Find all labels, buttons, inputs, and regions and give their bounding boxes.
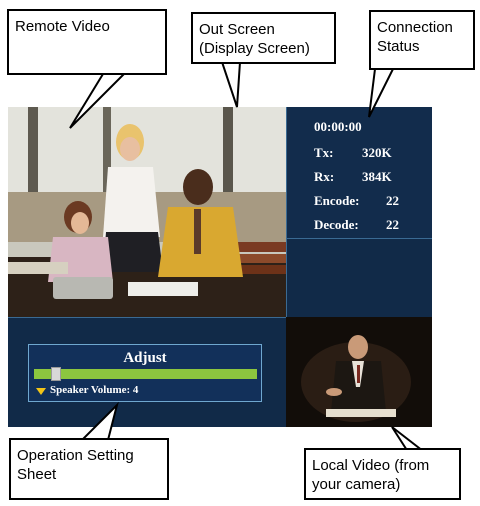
dropdown-arrow-icon[interactable] [36,388,46,395]
speaker-volume-label: Speaker Volume: 4 [50,384,139,396]
status-decode-value: 22 [386,217,399,232]
volume-slider[interactable] [34,367,257,381]
local-video-feed [286,317,432,427]
status-tx-label: Tx: [314,145,334,160]
callout-out-screen: Out Screen (Display Screen) [191,12,336,64]
local-video-image [286,317,432,427]
status-time: 00:00:00 [314,119,362,134]
empty-panel [286,239,432,317]
callout-connection-status: Connection Status [369,10,475,70]
status-tx-value: 320K [362,145,392,160]
adjust-dialog[interactable]: Adjust Speaker Volume: 4 [28,344,262,402]
adjust-title: Adjust [123,350,167,366]
remote-video-image [8,107,286,317]
status-rx-label: Rx: [314,169,335,184]
volume-slider-thumb[interactable] [51,367,62,381]
callout-operation-setting-sheet: Operation Setting Sheet [9,438,169,500]
callout-remote-video: Remote Video [7,9,167,75]
status-encode-label: Encode: [314,193,360,208]
status-decode-label: Decode: [314,217,359,232]
status-rx-value: 384K [362,169,392,184]
callout-local-video: Local Video (from your camera) [304,448,461,500]
status-encode-value: 22 [386,193,399,208]
remote-video-feed [8,107,286,317]
